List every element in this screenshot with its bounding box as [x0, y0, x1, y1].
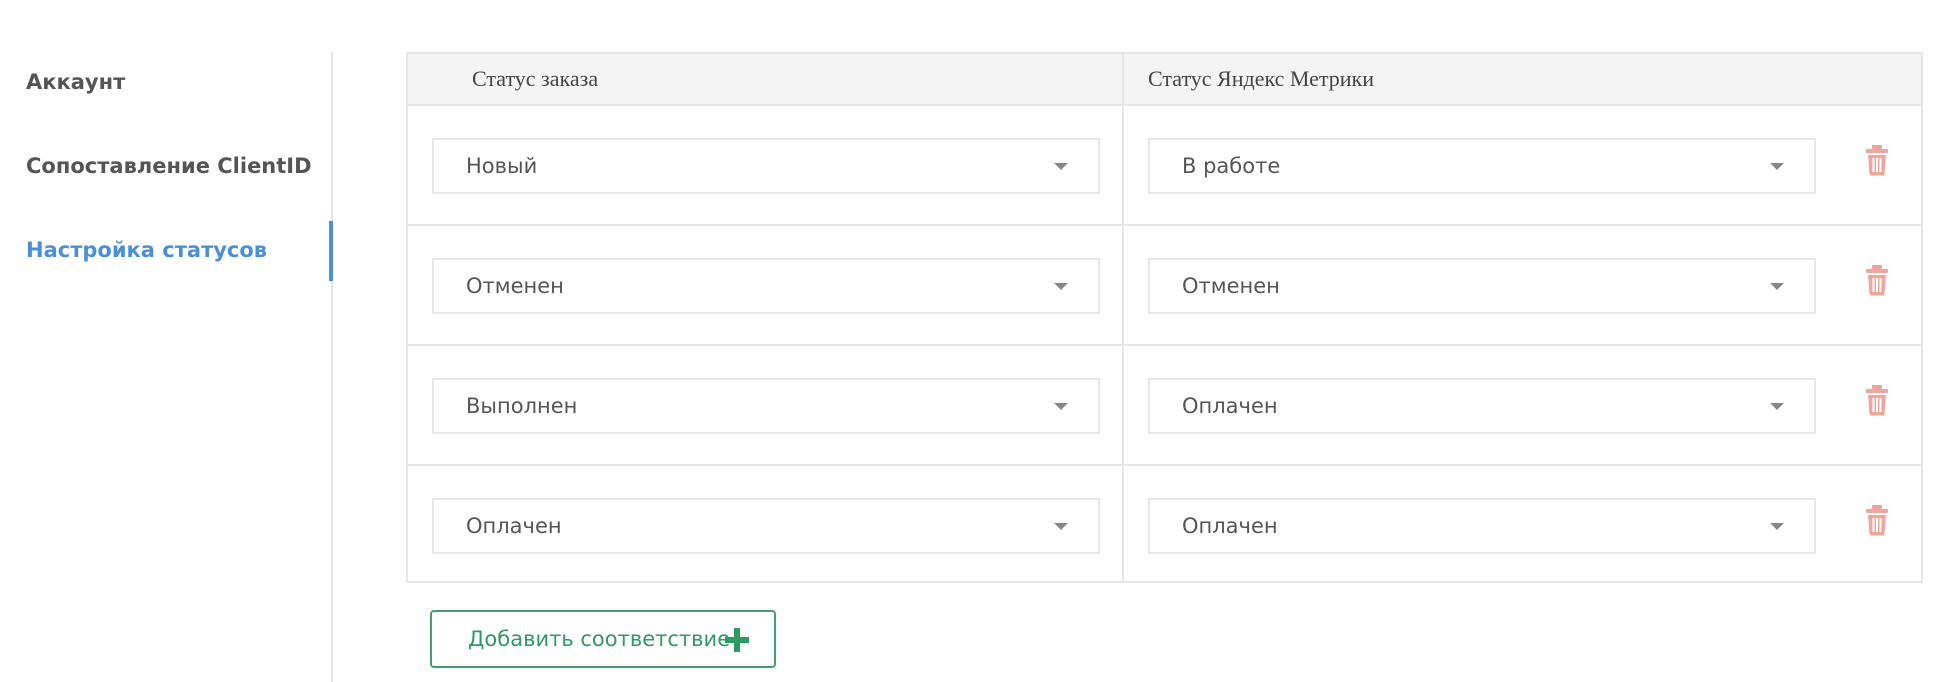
order-status-value: Отменен [466, 274, 564, 298]
metrika-status-value: Оплачен [1182, 394, 1278, 418]
sidebar-item-account[interactable]: Аккаунт [26, 70, 125, 94]
metrika-status-value: Оплачен [1182, 514, 1278, 538]
order-status-value: Оплачен [466, 514, 562, 538]
sidebar-item-clientid-mapping[interactable]: Сопоставление ClientID [26, 154, 312, 178]
delete-row-button[interactable] [1864, 144, 1890, 176]
delete-row-button[interactable] [1864, 384, 1890, 416]
add-mapping-label: Добавить соответствие [468, 627, 731, 651]
trash-icon [1866, 385, 1888, 416]
sidebar-active-indicator [329, 221, 333, 281]
chevron-down-icon [1770, 523, 1784, 530]
table-row: Выполнен Оплачен [408, 346, 1921, 466]
plus-icon [725, 628, 749, 652]
sidebar-divider [331, 52, 333, 682]
order-status-select[interactable]: Новый [432, 138, 1100, 194]
metrika-status-select[interactable]: В работе [1148, 138, 1816, 194]
trash-icon [1866, 145, 1888, 176]
add-mapping-button[interactable]: Добавить соответствие [430, 610, 776, 668]
status-mapping-table: Статус заказа Статус Яндекс Метрики Новы… [406, 52, 1923, 583]
chevron-down-icon [1770, 403, 1784, 410]
sidebar-item-status-settings[interactable]: Настройка статусов [26, 238, 267, 262]
delete-row-button[interactable] [1864, 504, 1890, 536]
order-status-select[interactable]: Оплачен [432, 498, 1100, 554]
trash-icon [1866, 265, 1888, 296]
chevron-down-icon [1770, 283, 1784, 290]
table-row: Оплачен Оплачен [408, 466, 1921, 586]
metrika-status-select[interactable]: Оплачен [1148, 378, 1816, 434]
metrika-status-select[interactable]: Отменен [1148, 258, 1816, 314]
settings-sidebar: Аккаунт Сопоставление ClientID Настройка… [0, 0, 334, 682]
order-status-value: Новый [466, 154, 538, 178]
chevron-down-icon [1054, 403, 1068, 410]
column-header-order-status: Статус заказа [472, 66, 599, 91]
chevron-down-icon [1770, 163, 1784, 170]
trash-icon [1866, 505, 1888, 536]
chevron-down-icon [1054, 523, 1068, 530]
delete-row-button[interactable] [1864, 264, 1890, 296]
order-status-select[interactable]: Отменен [432, 258, 1100, 314]
app-root: Аккаунт Сопоставление ClientID Настройка… [0, 0, 1942, 682]
table-row: Отменен Отменен [408, 226, 1921, 346]
table-header: Статус заказа Статус Яндекс Метрики [408, 54, 1921, 106]
order-status-value: Выполнен [466, 394, 578, 418]
metrika-status-value: Отменен [1182, 274, 1280, 298]
table-row: Новый В работе [408, 106, 1921, 226]
chevron-down-icon [1054, 163, 1068, 170]
metrika-status-select[interactable]: Оплачен [1148, 498, 1816, 554]
column-header-metrika-status: Статус Яндекс Метрики [1148, 66, 1375, 91]
chevron-down-icon [1054, 283, 1068, 290]
order-status-select[interactable]: Выполнен [432, 378, 1100, 434]
metrika-status-value: В работе [1182, 154, 1281, 178]
